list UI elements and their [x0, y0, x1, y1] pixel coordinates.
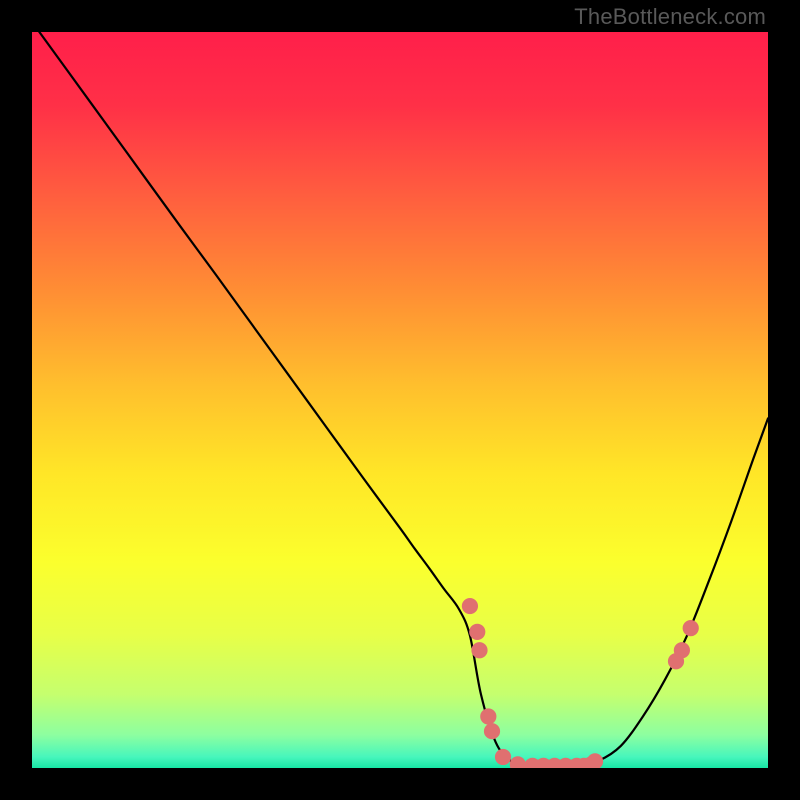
data-point [471, 642, 487, 658]
image-frame: TheBottleneck.com [0, 0, 800, 800]
gradient-background [32, 32, 768, 768]
data-point [495, 749, 511, 765]
data-point [484, 723, 500, 739]
watermark-text: TheBottleneck.com [574, 4, 766, 30]
data-point [674, 642, 690, 658]
data-point [480, 708, 496, 724]
data-point [683, 620, 699, 636]
data-point [469, 624, 485, 640]
chart-plot-area [32, 32, 768, 768]
data-point [462, 598, 478, 614]
chart-svg [32, 32, 768, 768]
